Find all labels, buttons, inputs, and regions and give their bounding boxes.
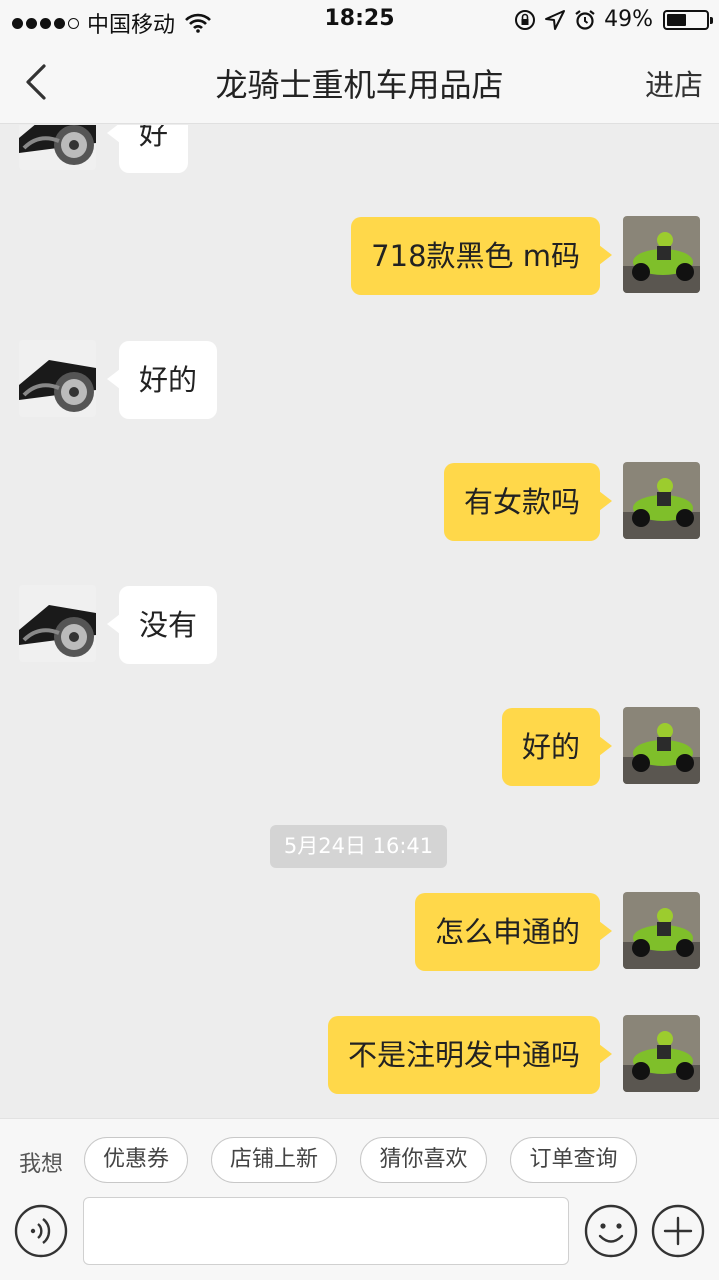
status-bar: 中国移动 18:25 49% (0, 0, 719, 40)
message-bubble-shop[interactable]: 好 (106, 125, 189, 173)
my-avatar[interactable] (623, 707, 700, 784)
emoji-icon[interactable] (584, 1204, 638, 1258)
my-avatar[interactable] (623, 462, 700, 539)
rotation-lock-icon (515, 9, 536, 30)
chip-you-may-like[interactable]: 猜你喜欢 (360, 1137, 487, 1183)
message-bubble-me[interactable]: 718款黑色 m码 (351, 217, 612, 295)
alarm-icon (575, 9, 595, 30)
enter-shop-button[interactable]: 进店 (645, 62, 703, 104)
quick-bar-label: 我想 (19, 1152, 64, 1177)
chip-new-arrivals[interactable]: 店铺上新 (211, 1137, 337, 1183)
my-avatar[interactable] (623, 892, 700, 969)
shop-avatar[interactable] (19, 340, 96, 417)
chip-coupon[interactable]: 优惠券 (84, 1137, 188, 1183)
location-arrow-icon (545, 9, 566, 30)
shop-avatar[interactable] (19, 585, 96, 662)
my-avatar[interactable] (623, 216, 700, 293)
shop-avatar[interactable] (19, 125, 96, 170)
timestamp-divider: 5月24日 16:41 (270, 825, 447, 868)
message-bubble-me[interactable]: 有女款吗 (443, 463, 613, 541)
chat-area[interactable]: 好 718款黑色 m码 好的 有女款吗 没有 好的 5月24日 16:41 怎么… (0, 125, 719, 1118)
chip-order-lookup[interactable]: 订单查询 (510, 1137, 637, 1183)
quick-reply-bar: 我想 优惠券 店铺上新 猜你喜欢 订单查询 (0, 1118, 719, 1200)
battery-icon (663, 9, 713, 30)
nav-bar: 龙骑士重机车用品店 进店 (0, 40, 719, 124)
battery-percent: 49% (604, 7, 653, 32)
message-bubble-me[interactable]: 不是注明发中通吗 (327, 1016, 613, 1094)
input-bar (0, 1197, 719, 1280)
message-bubble-me[interactable]: 好的 (501, 708, 613, 786)
plus-icon[interactable] (651, 1204, 705, 1258)
message-bubble-shop[interactable]: 好的 (106, 341, 218, 419)
page-title: 龙骑士重机车用品店 (215, 66, 504, 104)
my-avatar[interactable] (623, 1015, 700, 1092)
message-bubble-shop[interactable]: 没有 (106, 586, 218, 664)
message-input[interactable] (83, 1197, 569, 1265)
message-bubble-me[interactable]: 怎么申通的 (414, 893, 613, 971)
voice-icon[interactable] (14, 1204, 68, 1258)
